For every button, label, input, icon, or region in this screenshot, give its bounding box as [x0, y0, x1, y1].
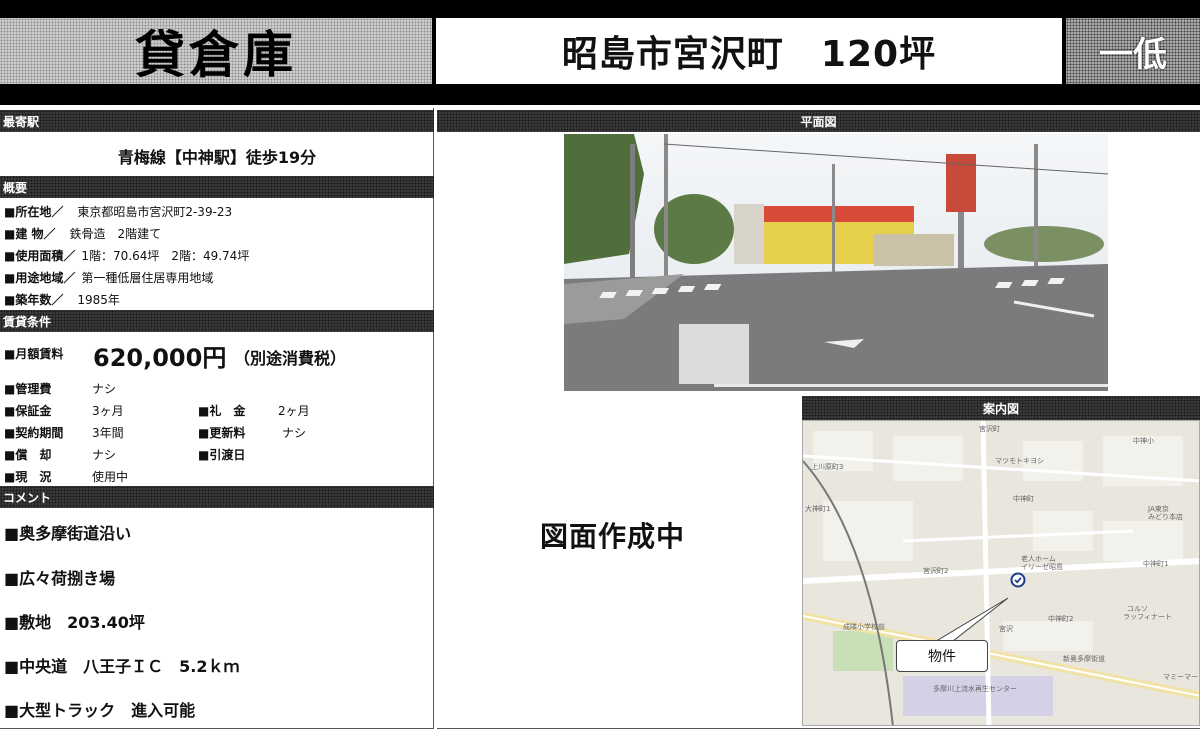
- svg-text:宮沢町2: 宮沢町2: [923, 566, 948, 575]
- comment-item: ■中央道 八王子ＩＣ 5.2ｋｍ: [4, 657, 240, 676]
- map-image: 宮沢町 中神小 上川原町3 中神町 大神町1 宮沢町2 中神町2 成隣小学校前 …: [803, 421, 1200, 725]
- area-label: ■使用面積／: [4, 249, 76, 263]
- svg-text:みどり本店: みどり本店: [1148, 512, 1183, 521]
- guide-map[interactable]: 宮沢町 中神小 上川原町3 中神町 大神町1 宮沢町2 中神町2 成隣小学校前 …: [802, 420, 1200, 726]
- management-fee-value: ナシ: [92, 382, 117, 396]
- zone-badge: 一低: [1066, 18, 1200, 84]
- deposit-label: ■保証金: [4, 404, 52, 418]
- svg-text:大神町1: 大神町1: [805, 504, 830, 513]
- property-location-marker[interactable]: [1010, 572, 1026, 588]
- svg-text:上川原町3: 上川原町3: [811, 462, 843, 471]
- listing-type-title: 貸倉庫: [0, 18, 432, 84]
- building-value: 鉄骨造 2階建て: [69, 227, 162, 241]
- amortization-label: ■償 却: [4, 448, 52, 462]
- built-year-label: ■築年数／: [4, 293, 64, 307]
- svg-text:多摩川上流水再生センター: 多摩川上流水再生センター: [933, 684, 1017, 693]
- rent-label: ■月額賃料: [4, 347, 64, 361]
- amortization-value: ナシ: [92, 448, 117, 462]
- zoning-label: ■用途地域／: [4, 271, 76, 285]
- section-floor-plan: 平面図: [437, 110, 1200, 132]
- address-label: ■所在地／: [4, 205, 64, 219]
- zone-badge-text: 一低: [1099, 34, 1167, 75]
- svg-text:ラッフィナート: ラッフィナート: [1123, 613, 1172, 621]
- svg-text:中神町: 中神町: [1013, 494, 1034, 503]
- street-photo: [564, 134, 1108, 391]
- svg-text:宮沢: 宮沢: [999, 624, 1013, 633]
- svg-text:中神町2: 中神町2: [1048, 614, 1073, 623]
- section-overview: 概要: [0, 176, 434, 198]
- comment-item: ■奥多摩街道沿い: [4, 524, 132, 543]
- svg-text:中神町1: 中神町1: [1143, 559, 1168, 568]
- svg-text:老人ホーム: 老人ホーム: [1021, 554, 1056, 563]
- current-status-value: 使用中: [92, 470, 129, 484]
- section-nearest-station: 最寄駅: [0, 110, 434, 132]
- deposit-value: 3ヶ月: [92, 404, 124, 418]
- current-status-label: ■現 況: [4, 470, 52, 484]
- renewal-fee-label: ■更新料: [198, 426, 246, 440]
- area-value: 1階：70.64坪 2階：49.74坪: [81, 249, 250, 263]
- rent-tax-note: （別途消費税）: [234, 349, 347, 368]
- overview-built-year: ■築年数／ 1985年: [4, 291, 120, 308]
- comment-item: ■敷地 203.40坪: [4, 613, 145, 632]
- location-pin-icon: [1010, 572, 1026, 588]
- overview-zoning: ■用途地域／ 第一種低層住居専用地域: [4, 269, 213, 286]
- building-label: ■建 物／: [4, 227, 56, 241]
- svg-text:宮沢町: 宮沢町: [979, 424, 1000, 433]
- floor-plan-status: 図面作成中: [540, 520, 686, 553]
- svg-text:中神小: 中神小: [1133, 436, 1154, 445]
- section-comments: コメント: [0, 486, 434, 508]
- renewal-fee-value: ナシ: [282, 426, 307, 440]
- svg-text:イリーゼ昭島: イリーゼ昭島: [1021, 562, 1063, 571]
- svg-text:マミーマート: マミーマート: [1163, 673, 1200, 681]
- station-info: 青梅線【中神駅】徒歩19分: [117, 148, 317, 167]
- management-fee-label: ■管理費: [4, 382, 52, 396]
- address-value: 東京都昭島市宮沢町2-39-23: [77, 205, 233, 219]
- overview-address: ■所在地／ 東京都昭島市宮沢町2-39-23: [4, 203, 232, 220]
- key-money-label: ■礼 金: [198, 404, 246, 418]
- map-callout-property: 物件: [896, 640, 988, 672]
- handover-date-label: ■引渡日: [198, 448, 246, 462]
- svg-text:新奥多摩街道: 新奥多摩街道: [1063, 654, 1105, 663]
- rent-amount: 620,000円: [93, 344, 227, 372]
- overview-area: ■使用面積／ 1階：70.64坪 2階：49.74坪: [4, 247, 249, 264]
- contract-term-label: ■契約期間: [4, 426, 64, 440]
- contract-term-value: 3年間: [92, 426, 124, 440]
- svg-text:マツモトキヨシ: マツモトキヨシ: [995, 457, 1044, 465]
- location-title: 昭島市宮沢町 120坪: [436, 18, 1062, 84]
- section-lease-terms: 賃貸条件: [0, 310, 434, 332]
- comment-item: ■広々荷捌き場: [4, 569, 116, 588]
- svg-text:JA東京: JA東京: [1147, 504, 1169, 513]
- comment-item: ■大型トラック 進入可能: [4, 701, 196, 720]
- zoning-value: 第一種低層住居専用地域: [81, 271, 214, 285]
- section-guide-map: 案内図: [802, 396, 1200, 420]
- svg-text:コルソ: コルソ: [1127, 605, 1148, 613]
- overview-building: ■建 物／ 鉄骨造 2階建て: [4, 225, 161, 242]
- title-text: 貸倉庫: [135, 26, 297, 84]
- key-money-value: 2ヶ月: [278, 404, 310, 418]
- built-year-value: 1985年: [77, 293, 120, 307]
- street-photo-image: [564, 134, 1108, 391]
- location-text: 昭島市宮沢町 120坪: [561, 34, 937, 75]
- svg-text:成隣小学校前: 成隣小学校前: [843, 622, 885, 631]
